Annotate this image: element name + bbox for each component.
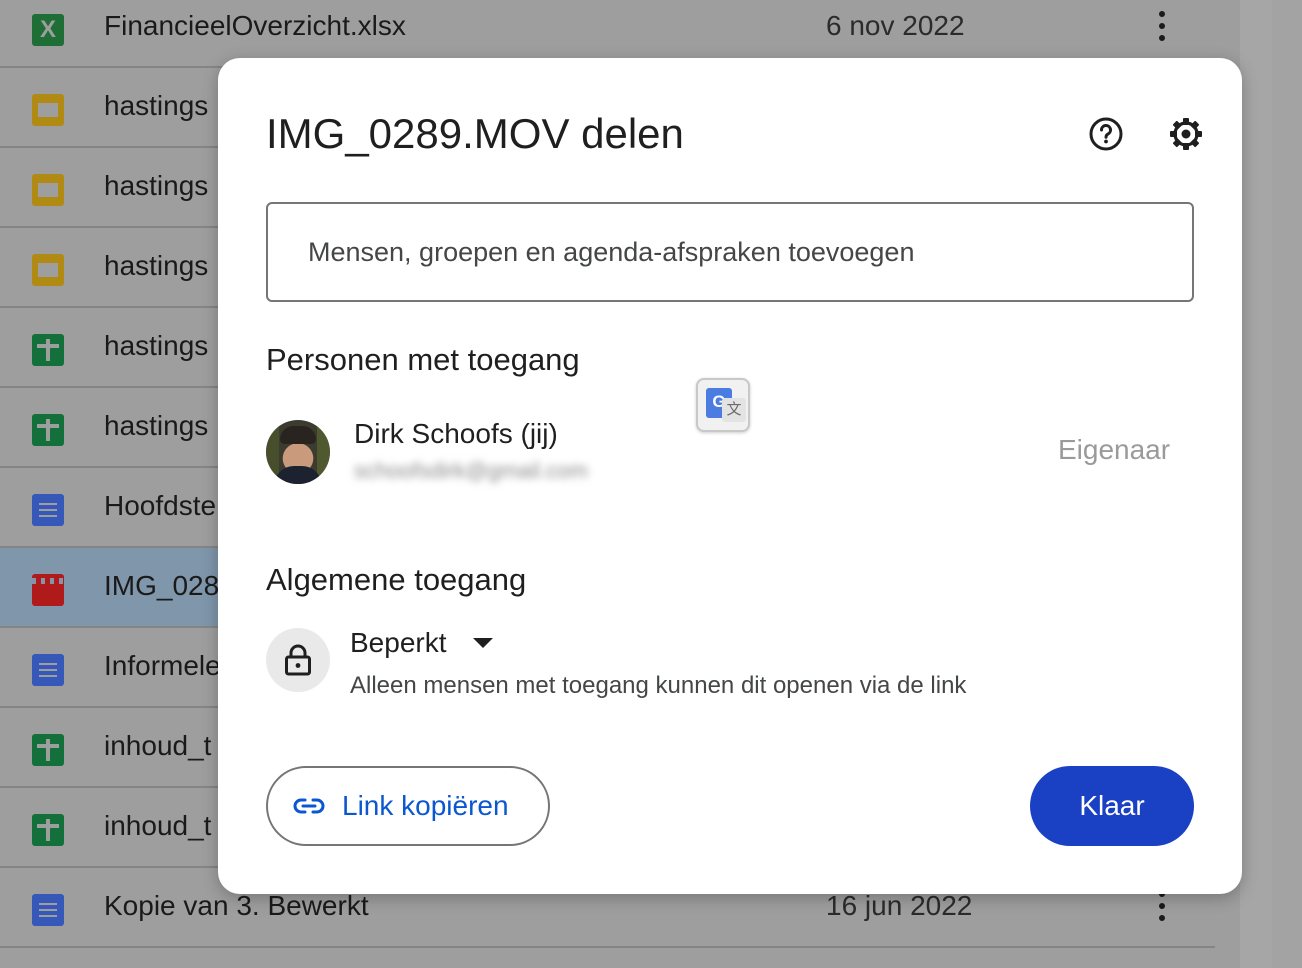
help-button[interactable]: [1082, 110, 1130, 158]
copy-link-button[interactable]: Link kopiëren: [266, 766, 550, 846]
gear-icon: [1170, 118, 1202, 150]
copy-link-label: Link kopiëren: [342, 790, 509, 821]
file-name: inhoud_t: [104, 730, 212, 761]
file-name: hastings: [104, 90, 209, 121]
add-people-input[interactable]: [266, 202, 1194, 302]
general-access-row: Beperkt Alleen mensen met toegang kunnen…: [266, 626, 1194, 706]
slides-icon: [32, 174, 64, 206]
help-icon: [1089, 117, 1123, 151]
settings-button[interactable]: [1162, 110, 1210, 158]
slides-icon: [32, 254, 64, 286]
file-date: 6 nov 2022: [826, 10, 965, 41]
person-email: schoofsdirk@gmail.com: [354, 458, 588, 483]
scrollbar-track: [1240, 0, 1302, 968]
file-name: hastings: [104, 330, 209, 361]
access-level-label: Beperkt: [350, 627, 447, 658]
dialog-title: IMG_0289.MOV delen: [266, 110, 684, 157]
done-label: Klaar: [1079, 790, 1145, 821]
done-button[interactable]: Klaar: [1030, 766, 1194, 846]
docs-icon: [32, 654, 64, 686]
sheets-icon: [32, 334, 64, 366]
person-row: Dirk Schoofs (jij) schoofsdirk@gmail.com…: [266, 418, 1194, 488]
lock-icon: [266, 628, 330, 692]
file-name: Informele: [104, 650, 221, 681]
file-name: hastings: [104, 170, 209, 201]
more-options-icon[interactable]: [1150, 8, 1174, 48]
file-name: FinancieelOverzicht.xlsx: [104, 10, 406, 41]
avatar: [266, 420, 330, 484]
video-icon: [32, 574, 64, 606]
person-name: Dirk Schoofs (jij): [354, 418, 558, 449]
file-name: IMG_028: [104, 570, 220, 601]
more-options-icon[interactable]: [1150, 888, 1174, 928]
people-section-title: Personen met toegang: [266, 342, 580, 377]
person-role: Eigenaar: [1058, 434, 1171, 465]
excel-icon: [32, 14, 64, 46]
slides-icon: [32, 94, 64, 126]
sheets-icon: [32, 814, 64, 846]
file-name: Kopie van 3. Bewerkt: [104, 890, 369, 921]
caret-down-icon: [472, 638, 493, 648]
access-level-dropdown[interactable]: Beperkt: [350, 626, 493, 660]
file-name: hastings: [104, 250, 209, 281]
docs-icon: [32, 894, 64, 926]
access-description: Alleen mensen met toegang kunnen dit ope…: [350, 672, 967, 699]
link-icon: [293, 798, 325, 814]
sheets-icon: [32, 414, 64, 446]
file-name: Hoofdste: [104, 490, 217, 521]
file-name: hastings: [104, 410, 209, 441]
share-dialog: IMG_0289.MOV delen Personen met toegang: [218, 58, 1242, 894]
docs-icon: [32, 494, 64, 526]
general-access-title: Algemene toegang: [266, 562, 527, 597]
file-date: 16 jun 2022: [826, 890, 973, 921]
sheets-icon: [32, 734, 64, 766]
file-name: inhoud_t: [104, 810, 212, 841]
